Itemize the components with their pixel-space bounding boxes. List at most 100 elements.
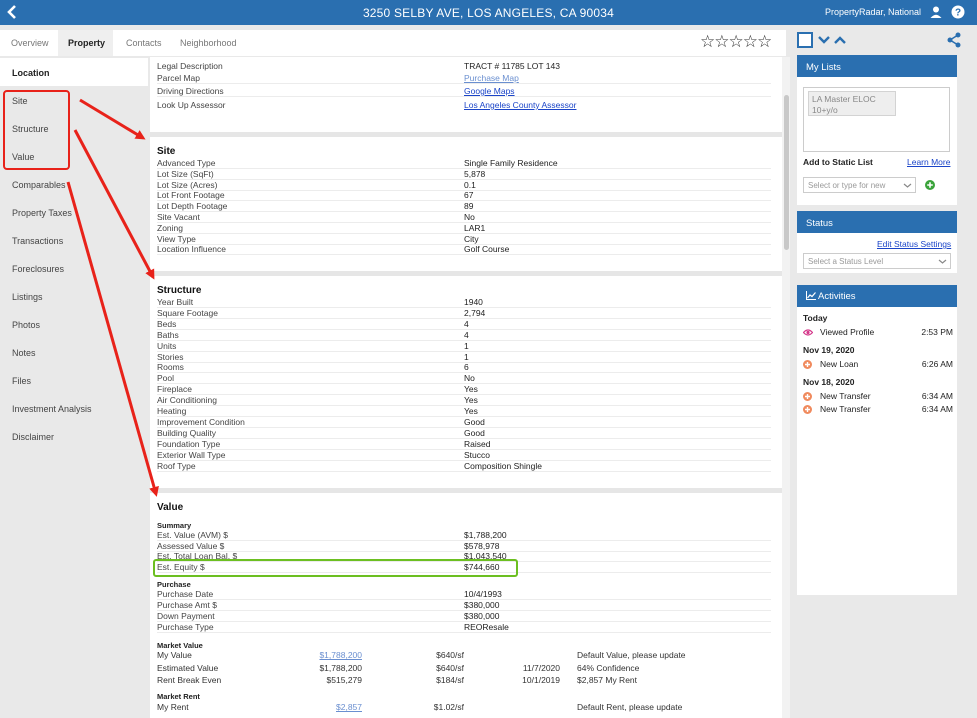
detail-row: Lot Size (Acres) 0.1 [157, 180, 771, 191]
activity-item[interactable]: New Transfer 6:34 AM [803, 391, 953, 402]
nav-listings[interactable]: Listings [12, 292, 43, 302]
detail-label: Air Conditioning [157, 395, 218, 406]
learn-more-link[interactable]: Learn More [907, 157, 950, 167]
grid-cell-per-sf: $640/sf [436, 650, 464, 660]
tab-neighborhood[interactable]: Neighborhood [180, 38, 237, 48]
detail-row: Purchase Type REOResale [157, 622, 771, 633]
tab-property[interactable]: Property [68, 38, 105, 48]
chevron-down-icon[interactable] [817, 34, 831, 46]
status-level-select[interactable]: Select a Status Level [803, 253, 951, 269]
nav-property-taxes[interactable]: Property Taxes [12, 208, 72, 218]
detail-value: 89 [464, 201, 474, 212]
eye-icon [802, 328, 814, 337]
select-checkbox[interactable] [797, 32, 813, 48]
detail-row: Look Up Assessor Los Angeles County Asses… [157, 100, 577, 110]
plus-circle-icon [803, 360, 812, 369]
detail-label: Year Built [157, 297, 194, 307]
nav-photos[interactable]: Photos [12, 320, 40, 330]
detail-row: Zoning LAR1 [157, 223, 771, 234]
grid-cell-note: 64% Confidence [577, 662, 640, 673]
subsection-summary: Summary [157, 521, 192, 530]
detail-value: Yes [464, 395, 478, 406]
nav-notes[interactable]: Notes [12, 348, 36, 358]
grid-cell-amount[interactable]: $2,857 [336, 702, 362, 712]
nav-foreclosures[interactable]: Foreclosures [12, 264, 64, 274]
detail-row: Down Payment $380,000 [157, 611, 771, 622]
detail-label: Beds [157, 318, 177, 329]
detail-row: Heating Yes [157, 406, 771, 417]
tab-overview[interactable]: Overview [11, 38, 49, 48]
grid-cell-per-sf: $1.02/sf [433, 702, 464, 712]
nav-investment-analysis[interactable]: Investment Analysis [12, 404, 92, 414]
plus-circle-icon [803, 405, 812, 414]
google-maps-link[interactable]: Google Maps [464, 86, 515, 96]
detail-row: Baths 4 [157, 330, 771, 341]
nav-files[interactable]: Files [12, 376, 31, 386]
user-icon[interactable] [929, 5, 943, 19]
activity-item[interactable]: New Transfer 6:34 AM [803, 404, 953, 415]
detail-row: Stories 1 [157, 352, 771, 363]
detail-value: 4 [464, 318, 469, 329]
detail-row: Beds 4 [157, 319, 771, 330]
detail-label: Square Footage [157, 307, 218, 318]
detail-row: Foundation Type Raised [157, 439, 771, 450]
star-rating[interactable]: ☆☆☆☆☆ [700, 32, 772, 52]
nav-transactions[interactable]: Transactions [12, 236, 63, 246]
detail-label: Purchase Date [157, 589, 214, 599]
detail-row: Lot Size (SqFt) 5,878 [157, 169, 771, 180]
subsection-purchase: Purchase [157, 580, 191, 589]
detail-value: 10/4/1993 [464, 589, 502, 599]
account-name[interactable]: PropertyRadar, National [825, 7, 921, 17]
assessor-link[interactable]: Los Angeles County Assessor [464, 100, 576, 110]
grid-cell-label: My Value [157, 650, 192, 660]
equity-highlight [153, 559, 518, 577]
detail-row: View Type City [157, 234, 771, 245]
value-grid-row: Rent Break Even $515,279 $184/sf 10/1/2019 $… [157, 675, 771, 686]
detail-label: Roof Type [157, 460, 196, 471]
activity-label: New Transfer [820, 391, 871, 401]
nav-annotation-box [3, 90, 70, 170]
activity-item[interactable]: Viewed Profile 2:53 PM [802, 327, 953, 338]
detail-label: Heating [157, 406, 187, 416]
nav-disclaimer[interactable]: Disclaimer [12, 432, 54, 442]
detail-value: 1940 [464, 297, 483, 307]
detail-row: Driving Directions Google Maps [157, 86, 771, 97]
purchase-map-link[interactable]: Purchase Map [464, 73, 519, 83]
chevron-up-icon[interactable] [833, 34, 847, 46]
share-icon[interactable] [947, 32, 961, 48]
static-list-select[interactable]: Select or type for new [803, 177, 916, 193]
property-tabs: Overview Property Contacts Neighborhood … [0, 30, 786, 56]
edit-status-settings-link[interactable]: Edit Status Settings [877, 239, 951, 249]
tab-contacts[interactable]: Contacts [126, 38, 162, 48]
scroll-thumb[interactable] [784, 95, 789, 250]
help-icon[interactable]: ? [951, 5, 965, 19]
detail-value: No [464, 212, 475, 222]
detail-row: Rooms 6 [157, 362, 771, 374]
activity-item[interactable]: New Loan 6:26 AM [803, 359, 953, 370]
detail-row: Assessed Value $ $578,978 [157, 541, 771, 552]
detail-label: Assessed Value $ [157, 540, 225, 551]
detail-row: Pool No [157, 373, 771, 385]
detail-label: Zoning [157, 222, 183, 233]
subsection-market-rent: Market Rent [157, 692, 200, 701]
activity-label: New Transfer [820, 404, 871, 414]
detail-label: Stories [157, 351, 184, 362]
value-grid-row: My Value $1,788,200 $640/sf Default Value, … [157, 650, 771, 661]
detail-value: Yes [464, 406, 478, 416]
nav-comparables[interactable]: Comparables [12, 180, 66, 190]
detail-row: Est. Value (AVM) $ $1,788,200 [157, 530, 771, 541]
detail-row: Roof Type Composition Shingle [157, 461, 771, 472]
detail-value: Good [464, 416, 485, 427]
grid-cell-per-sf: $184/sf [436, 675, 464, 685]
detail-label: Building Quality [157, 427, 217, 438]
list-chip[interactable]: LA Master ELOC 10+y/o [808, 91, 896, 116]
detail-value: 0.1 [464, 179, 476, 190]
detail-label: Advanced Type [157, 158, 216, 168]
detail-label: Lot Size (Acres) [157, 179, 218, 190]
grid-cell-amount[interactable]: $1,788,200 [319, 650, 362, 660]
nav-location[interactable]: Location [12, 68, 50, 78]
detail-row: Site Vacant No [157, 212, 771, 223]
property-details: Legal Description TRACT # 11785 LOT 143 P… [150, 57, 782, 718]
add-circle-icon[interactable] [925, 180, 935, 190]
detail-row: Parcel Map Purchase Map [157, 73, 771, 84]
